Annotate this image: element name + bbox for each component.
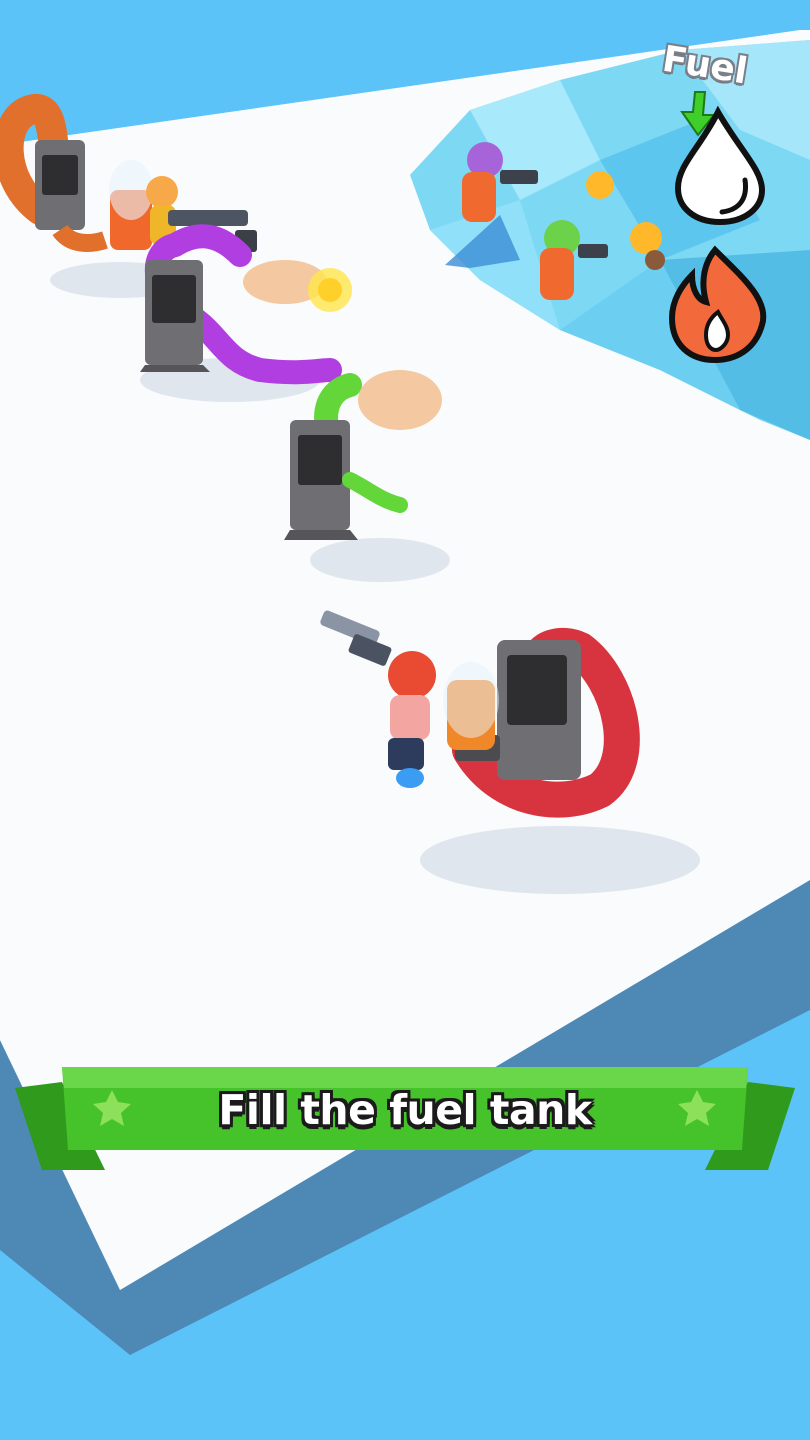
- banner-text: Fill the fuel tank: [218, 1086, 592, 1134]
- fuel-projectile: [308, 268, 352, 312]
- fuel-puddle: [358, 370, 442, 430]
- game-scene: [0, 30, 810, 1355]
